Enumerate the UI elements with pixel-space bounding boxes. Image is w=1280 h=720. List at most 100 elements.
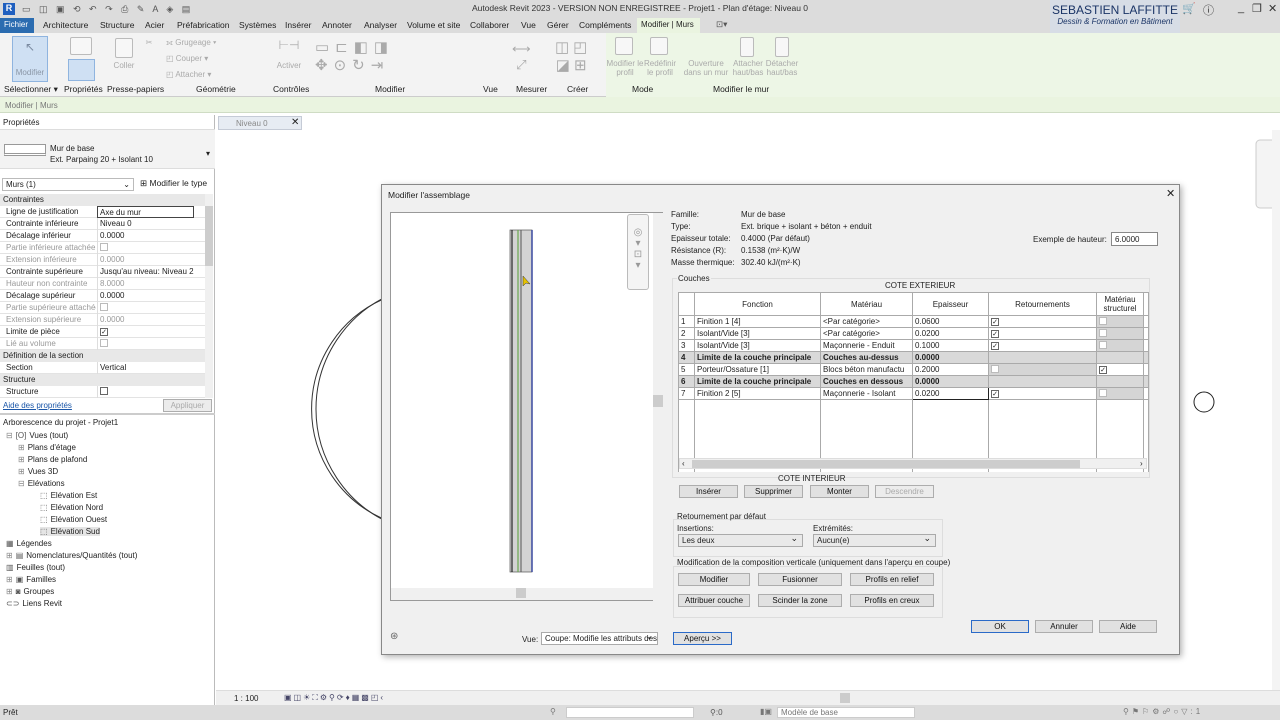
layer-row[interactable]: 7 Finition 2 [5] Maçonnerie - Isolant 0.020…	[678, 387, 1149, 400]
horizontal-scrollbar-thumb[interactable]	[840, 693, 850, 703]
property-value[interactable]: 0.0000	[97, 290, 194, 302]
checkbox[interactable]	[100, 387, 108, 395]
tab-architecture[interactable]: Architecture	[43, 20, 88, 30]
delete-layer-button[interactable]: Supprimer	[744, 485, 803, 498]
property-value[interactable]	[97, 338, 194, 350]
layer-thickness[interactable]: 0.0200	[912, 387, 989, 400]
tree-item[interactable]: ⊞ ▤ Nomenclatures/Quantités (tout)	[6, 551, 137, 560]
tree-item[interactable]: ▦ Légendes	[6, 539, 52, 548]
property-row[interactable]: Partie inférieure attachée	[0, 242, 205, 254]
group-structure[interactable]: Structure	[0, 374, 205, 386]
layer-wraps-cell[interactable]	[988, 375, 1097, 388]
edit-type-button[interactable]: ⊞ Modifier le type	[139, 177, 208, 190]
detach-top-base-button[interactable]: Détacher haut/bas	[765, 59, 799, 77]
layer-material[interactable]: Maçonnerie - Enduit	[820, 339, 913, 352]
wall-opening-button[interactable]: Ouverture dans un mur	[680, 59, 732, 77]
tab-annoter[interactable]: Annoter	[322, 20, 352, 30]
layer-structural-cell[interactable]: ✓	[1096, 363, 1144, 376]
reset-profile-button[interactable]: Redéfinir le profil	[642, 59, 678, 77]
modify-button[interactable]: Modifier	[678, 573, 750, 586]
expand-icon[interactable]: ⊞	[18, 467, 25, 476]
layer-structural-cell[interactable]	[1096, 327, 1144, 340]
layer-structural-cell[interactable]	[1096, 375, 1144, 388]
property-row[interactable]: Partie supérieure attachée	[0, 302, 205, 314]
column-header-function[interactable]: Fonction	[694, 292, 821, 316]
cancel-button[interactable]: Annuler	[1035, 620, 1093, 633]
layer-function[interactable]: Finition 1 [4]	[694, 315, 821, 328]
checkbox[interactable]: ✓	[100, 328, 108, 336]
close-window-button[interactable]: ✕	[1268, 2, 1277, 15]
property-value[interactable]	[97, 242, 194, 254]
tree-item[interactable]: ⊞ ◙ Groupes	[6, 587, 54, 596]
tree-item[interactable]: ⊞ Vues 3D	[18, 467, 58, 476]
tab-analyser[interactable]: Analyser	[364, 20, 397, 30]
layer-function[interactable]: Isolant/Vide [3]	[694, 339, 821, 352]
split-region-button[interactable]: Scinder la zone	[758, 594, 842, 607]
tab-structure[interactable]: Structure	[100, 20, 135, 30]
move-up-button[interactable]: Monter	[810, 485, 869, 498]
tree-item[interactable]: ⊞ ▣ Familles	[6, 575, 56, 584]
tab-gerer[interactable]: Gérer	[547, 20, 569, 30]
checkbox[interactable]	[100, 339, 108, 347]
scrollbar-thumb[interactable]	[205, 206, 213, 266]
layer-function[interactable]: Limite de la couche principale	[694, 375, 821, 388]
view-scale[interactable]: 1 : 100	[234, 694, 258, 703]
tab-volume-site[interactable]: Volume et site	[407, 20, 460, 30]
tab-complements[interactable]: Compléments	[579, 20, 631, 30]
layer-wraps-cell[interactable]	[988, 351, 1097, 364]
tab-dropdown-icon[interactable]: ⊡▾	[716, 19, 727, 30]
property-value[interactable]	[97, 386, 194, 398]
ends-select[interactable]: Aucun(e)	[813, 533, 936, 547]
tab-modifier-murs[interactable]: Modifier | Murs	[637, 18, 700, 33]
property-value[interactable]: Axe du mur	[97, 206, 194, 218]
tab-collaborer[interactable]: Collaborer	[470, 20, 509, 30]
zoom-icon[interactable]: ⊡	[634, 249, 642, 260]
view-control-icons[interactable]: ▣◫☀⛶⚙⚲⟳♦▦▩◰‹	[284, 693, 385, 703]
preview-hscrollbar[interactable]	[391, 588, 653, 600]
expand-icon[interactable]: ⊞	[6, 587, 13, 596]
property-value[interactable]	[97, 302, 194, 314]
wraps-checkbox[interactable]: ✓	[991, 318, 999, 326]
tree-item[interactable]: ▥ Feuilles (tout)	[6, 563, 65, 572]
property-row[interactable]: Structure	[0, 386, 205, 398]
cut-icon[interactable]: ✂	[145, 38, 153, 47]
properties-help-link[interactable]: Aide des propriétés	[3, 401, 72, 410]
apply-button[interactable]: Appliquer	[163, 399, 212, 412]
help-icon[interactable]: ⓘ	[1203, 2, 1214, 18]
tree-item[interactable]: ⊟ Elévations	[18, 479, 65, 488]
property-row[interactable]: Contrainte supérieure Jusqu'au niveau: Ni…	[0, 266, 205, 278]
column-header-thickness[interactable]: Epaisseur	[912, 292, 989, 316]
expand-icon[interactable]: ⊞	[18, 443, 25, 452]
cart-icon[interactable]: 🛒	[1182, 2, 1196, 15]
property-value[interactable]: Vertical	[97, 362, 194, 374]
create-icons[interactable]: ◫◰ ◪⊞	[555, 38, 591, 74]
layer-row[interactable]: 4 Limite de la couche principale Couches a…	[678, 351, 1149, 364]
property-value[interactable]: ✓	[97, 326, 194, 338]
move-down-button[interactable]: Descendre	[875, 485, 934, 498]
preview-pane[interactable]: ◎ ▾ ⊡ ▾	[390, 212, 663, 602]
layer-function[interactable]: Limite de la couche principale	[694, 351, 821, 364]
property-value[interactable]: 0.0000	[97, 314, 194, 326]
property-row[interactable]: Décalage inférieur 0.0000	[0, 230, 205, 242]
preview-nav-bar[interactable]: ◎ ▾ ⊡ ▾	[627, 214, 649, 290]
tab-systemes[interactable]: Systèmes	[239, 20, 276, 30]
editable-only-icon[interactable]: ⚲:0	[710, 708, 723, 717]
expand-icon[interactable]: ⊞	[18, 455, 25, 464]
layer-material[interactable]: <Par catégorie>	[820, 315, 913, 328]
assign-layers-button[interactable]: Attribuer couche	[678, 594, 750, 607]
layer-thickness[interactable]: 0.0000	[912, 351, 989, 364]
property-row[interactable]: Hauteur non contrainte 8.0000	[0, 278, 205, 290]
preview-vscrollbar[interactable]	[653, 213, 663, 602]
layer-function[interactable]: Porteur/Ossature [1]	[694, 363, 821, 376]
collapse-icon[interactable]: ⊟	[6, 431, 13, 440]
layer-material[interactable]: Maçonnerie - Isolant	[820, 387, 913, 400]
layer-material[interactable]: Blocs béton manufactu	[820, 363, 913, 376]
sample-height-input[interactable]: 6.0000	[1111, 232, 1158, 246]
group-constraints[interactable]: Contraintes	[0, 194, 205, 206]
layer-thickness[interactable]: 0.2000	[912, 363, 989, 376]
vertical-scrollbar[interactable]	[1272, 130, 1280, 690]
tree-item[interactable]: ⬚ Elévation Est	[40, 491, 97, 500]
layer-wraps-cell[interactable]: ✓	[988, 339, 1097, 352]
tree-item[interactable]: ⊞ Plans de plafond	[18, 455, 87, 464]
paste-icon[interactable]	[115, 38, 133, 58]
